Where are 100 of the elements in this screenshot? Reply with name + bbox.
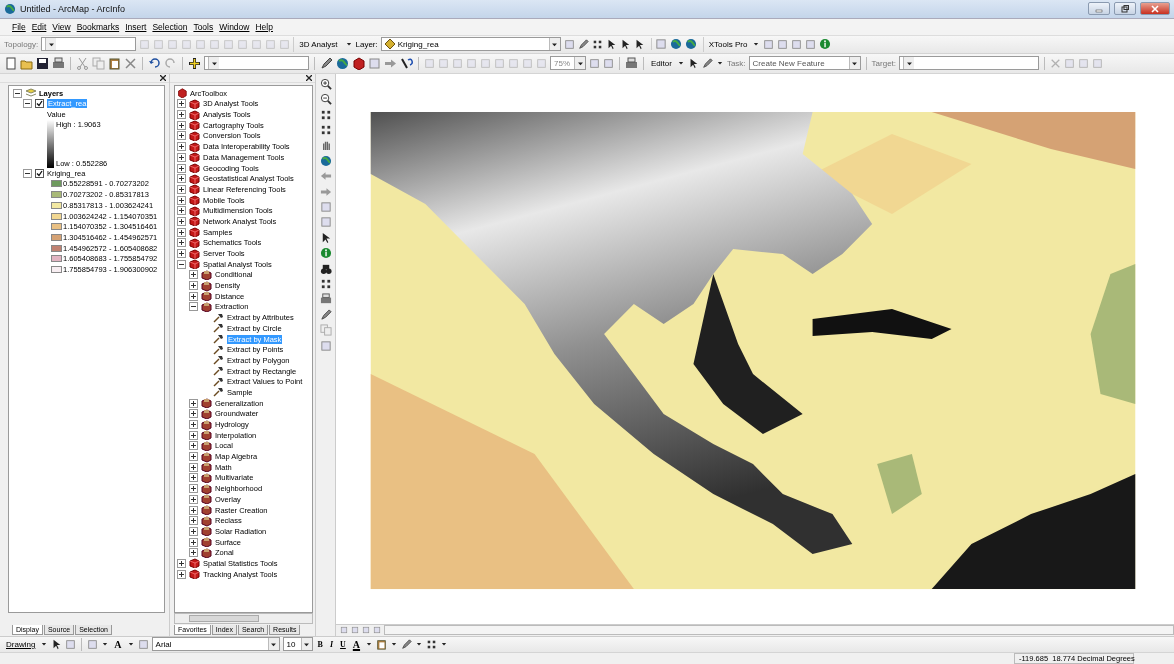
- analyst-menu-button[interactable]: 3D Analyst: [297, 36, 342, 52]
- expand-icon[interactable]: [189, 462, 198, 472]
- expand-icon[interactable]: [177, 184, 186, 194]
- expand-icon[interactable]: [189, 420, 198, 430]
- font-size-dropdown[interactable]: 10: [282, 637, 313, 652]
- expand-icon[interactable]: [189, 398, 198, 408]
- collapse-icon[interactable]: [13, 88, 22, 98]
- globe-icon[interactable]: [684, 38, 697, 51]
- menu-item[interactable]: Insert: [123, 21, 149, 32]
- globe-icon[interactable]: [319, 154, 332, 167]
- layer-checkbox[interactable]: [35, 168, 44, 178]
- pencil-icon[interactable]: [319, 308, 332, 321]
- expand-icon[interactable]: [177, 174, 186, 184]
- zoom-in-icon[interactable]: [319, 77, 332, 90]
- expand-icon[interactable]: [189, 281, 198, 291]
- expand-icon[interactable]: [177, 110, 186, 120]
- cross-icon[interactable]: [124, 56, 137, 70]
- expand-icon[interactable]: [189, 441, 198, 451]
- pencil-icon[interactable]: [577, 38, 589, 50]
- print-icon[interactable]: [319, 293, 332, 306]
- doc-icon[interactable]: [4, 56, 17, 70]
- italic-button[interactable]: I: [327, 640, 336, 649]
- xtools-menu-button[interactable]: XTools Pro: [706, 36, 750, 52]
- expand-icon[interactable]: [177, 558, 186, 568]
- expand-icon[interactable]: [177, 227, 186, 237]
- menu-item[interactable]: File: [10, 21, 28, 32]
- menu-item[interactable]: Tools: [191, 21, 216, 32]
- expand-icon[interactable]: [189, 430, 198, 440]
- menu-item[interactable]: Help: [253, 21, 275, 32]
- close-icon[interactable]: [160, 74, 166, 81]
- dots-icon[interactable]: [426, 639, 438, 650]
- expand-icon[interactable]: [189, 473, 198, 483]
- dots-icon[interactable]: [319, 277, 332, 290]
- expand-icon[interactable]: [177, 99, 186, 109]
- info-icon[interactable]: [819, 38, 832, 51]
- expand-icon[interactable]: [189, 409, 198, 419]
- collapse-icon[interactable]: [23, 168, 32, 178]
- underline-button[interactable]: U: [338, 640, 348, 649]
- collapse-icon[interactable]: [23, 99, 32, 109]
- expand-icon[interactable]: [177, 131, 186, 141]
- collapse-icon[interactable]: [177, 259, 186, 269]
- cube-icon[interactable]: [352, 56, 365, 70]
- close-button[interactable]: [1140, 2, 1170, 16]
- expand-icon[interactable]: [177, 216, 186, 226]
- task-dropdown[interactable]: Create New Feature: [748, 56, 861, 71]
- pointer-icon[interactable]: [51, 639, 63, 650]
- expand-icon[interactable]: [189, 484, 198, 494]
- expand-icon[interactable]: [189, 505, 198, 515]
- dots-icon[interactable]: [319, 108, 332, 121]
- globe-icon[interactable]: [669, 38, 682, 51]
- expand-icon[interactable]: [189, 526, 198, 536]
- zoom-out-icon[interactable]: [319, 93, 332, 106]
- target-dropdown[interactable]: [899, 56, 1040, 71]
- restore-button[interactable]: [1114, 2, 1136, 16]
- editor-menu-button[interactable]: Editor: [649, 55, 674, 71]
- expand-icon[interactable]: [189, 494, 198, 504]
- expand-icon[interactable]: [177, 142, 186, 152]
- expand-icon[interactable]: [177, 120, 186, 130]
- expand-icon[interactable]: [189, 548, 198, 558]
- drawing-menu-button[interactable]: Drawing: [4, 637, 38, 652]
- menu-item[interactable]: View: [50, 21, 73, 32]
- save-icon[interactable]: [36, 56, 49, 70]
- font-dropdown[interactable]: Arial: [151, 637, 280, 652]
- globe-icon[interactable]: [336, 56, 349, 70]
- zoom-dropdown[interactable]: 75%: [550, 56, 586, 71]
- horizontal-scrollbar[interactable]: [384, 625, 1174, 636]
- layer-checkbox[interactable]: [35, 99, 44, 109]
- close-icon[interactable]: [306, 74, 312, 81]
- expand-icon[interactable]: [177, 152, 186, 162]
- expand-icon[interactable]: [189, 516, 198, 526]
- expand-icon[interactable]: [189, 452, 198, 462]
- dots-icon[interactable]: [591, 38, 603, 50]
- pencil-icon[interactable]: [401, 639, 413, 650]
- print-icon[interactable]: [52, 56, 65, 70]
- expand-icon[interactable]: [177, 569, 186, 579]
- binoculars-icon[interactable]: [319, 262, 332, 275]
- expand-icon[interactable]: [189, 291, 198, 301]
- pencil-icon[interactable]: [701, 57, 713, 69]
- expand-icon[interactable]: [177, 206, 186, 216]
- menu-item[interactable]: Edit: [29, 21, 49, 32]
- expand-icon[interactable]: [177, 238, 186, 248]
- info-icon[interactable]: [319, 247, 332, 260]
- clipboard-icon[interactable]: [376, 639, 388, 650]
- layer-dropdown[interactable]: Kriging_rea: [380, 37, 561, 52]
- font-color-button[interactable]: A: [350, 639, 363, 650]
- undo-icon[interactable]: [148, 56, 161, 70]
- expand-icon[interactable]: [177, 249, 186, 259]
- menu-item[interactable]: Bookmarks: [74, 21, 122, 32]
- print-icon[interactable]: [625, 56, 638, 70]
- menu-item[interactable]: Selection: [150, 21, 190, 32]
- expand-icon[interactable]: [177, 195, 186, 205]
- menu-item[interactable]: Window: [217, 21, 252, 32]
- dots-icon[interactable]: [319, 124, 332, 137]
- bold-button[interactable]: B: [315, 640, 325, 649]
- pencil-icon[interactable]: [320, 56, 333, 70]
- clipboard-icon[interactable]: [108, 56, 121, 70]
- expand-icon[interactable]: [189, 270, 198, 280]
- expand-icon[interactable]: [177, 163, 186, 173]
- plus-icon[interactable]: [188, 56, 201, 70]
- collapse-icon[interactable]: [189, 302, 198, 312]
